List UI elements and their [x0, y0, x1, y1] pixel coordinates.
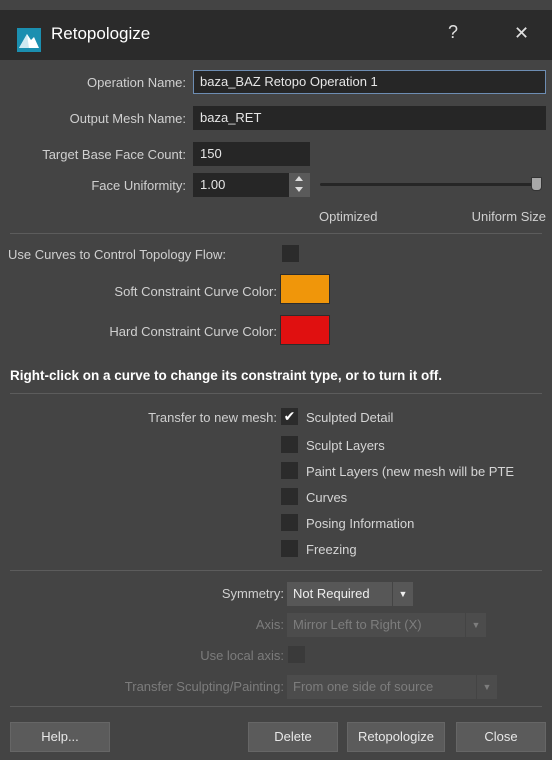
output-mesh-name-label: Output Mesh Name: [69, 111, 186, 126]
paint-layers-label: Paint Layers (new mesh will be PTE [306, 464, 515, 479]
spin-up-icon[interactable] [295, 176, 303, 181]
soft-constraint-label: Soft Constraint Curve Color: [114, 284, 277, 299]
face-uniformity-spinner[interactable] [289, 173, 310, 197]
spin-down-icon[interactable] [295, 187, 303, 192]
constraint-hint-text: Right-click on a curve to change its con… [10, 368, 443, 383]
close-icon[interactable]: ✕ [514, 23, 529, 44]
output-mesh-name-input[interactable]: baza_RET [193, 106, 546, 130]
use-local-axis-checkbox[interactable] [288, 646, 305, 663]
target-face-count-label: Target Base Face Count: [42, 147, 186, 162]
sculpted-detail-label: Sculpted Detail [306, 410, 394, 425]
close-button[interactable]: Close [456, 722, 546, 752]
face-uniformity-label: Face Uniformity: [91, 178, 186, 193]
chevron-down-icon: ▼ [392, 582, 413, 606]
hard-constraint-label: Hard Constraint Curve Color: [109, 324, 277, 339]
posing-information-label: Posing Information [306, 516, 415, 531]
freezing-label: Freezing [306, 542, 357, 557]
help-button[interactable]: Help... [10, 722, 110, 752]
slider-uniform-size-label: Uniform Size [471, 209, 546, 224]
symmetry-value: Not Required [293, 586, 370, 601]
axis-label: Axis: [255, 617, 284, 632]
separator [10, 706, 542, 707]
soft-constraint-color-swatch[interactable] [280, 274, 330, 304]
target-face-count-input[interactable]: 150 [193, 142, 310, 166]
separator [10, 570, 542, 571]
operation-name-label: Operation Name: [87, 75, 186, 90]
window-title: Retopologize [51, 24, 151, 43]
freezing-checkbox[interactable] [281, 540, 298, 557]
symmetry-label: Symmetry: [221, 586, 284, 601]
checkmark-icon: ✔ [283, 408, 296, 424]
transfer-sculpting-label: Transfer Sculpting/Painting: [124, 679, 284, 694]
axis-value: Mirror Left to Right (X) [293, 617, 422, 632]
use-curves-label: Use Curves to Control Topology Flow: [8, 247, 226, 262]
transfer-sculpting-value: From one side of source [293, 679, 434, 694]
retopologize-button[interactable]: Retopologize [347, 722, 445, 752]
separator [10, 393, 542, 394]
chevron-down-icon: ▼ [476, 675, 497, 699]
use-local-axis-label: Use local axis: [200, 648, 284, 663]
use-curves-checkbox[interactable] [282, 245, 299, 262]
sculpted-detail-checkbox[interactable]: ✔ [281, 408, 298, 425]
hard-constraint-color-swatch[interactable] [280, 315, 330, 345]
curves-checkbox[interactable] [281, 488, 298, 505]
help-icon[interactable]: ? [448, 22, 458, 43]
face-uniformity-input[interactable]: 1.00 [193, 173, 289, 197]
transfer-to-new-mesh-label: Transfer to new mesh: [148, 410, 277, 425]
separator [10, 233, 542, 234]
operation-name-input[interactable]: baza_BAZ Retopo Operation 1 [193, 70, 546, 94]
face-uniformity-slider-thumb[interactable] [531, 177, 542, 191]
retopo-app-icon [17, 28, 41, 52]
axis-dropdown[interactable]: Mirror Left to Right (X) ▼ [287, 613, 486, 637]
sculpt-layers-checkbox[interactable] [281, 436, 298, 453]
chevron-down-icon: ▼ [465, 613, 486, 637]
paint-layers-checkbox[interactable] [281, 462, 298, 479]
face-uniformity-slider-track[interactable] [320, 183, 542, 186]
slider-optimized-label: Optimized [319, 209, 378, 224]
sculpt-layers-label: Sculpt Layers [306, 438, 385, 453]
transfer-sculpting-dropdown[interactable]: From one side of source ▼ [287, 675, 497, 699]
title-bar[interactable]: Retopologize ? ✕ [0, 10, 552, 60]
delete-button[interactable]: Delete [248, 722, 338, 752]
symmetry-dropdown[interactable]: Not Required ▼ [287, 582, 413, 606]
retopologize-dialog: Retopologize ? ✕ Operation Name: baza_BA… [0, 0, 552, 760]
posing-information-checkbox[interactable] [281, 514, 298, 531]
curves-label: Curves [306, 490, 348, 505]
